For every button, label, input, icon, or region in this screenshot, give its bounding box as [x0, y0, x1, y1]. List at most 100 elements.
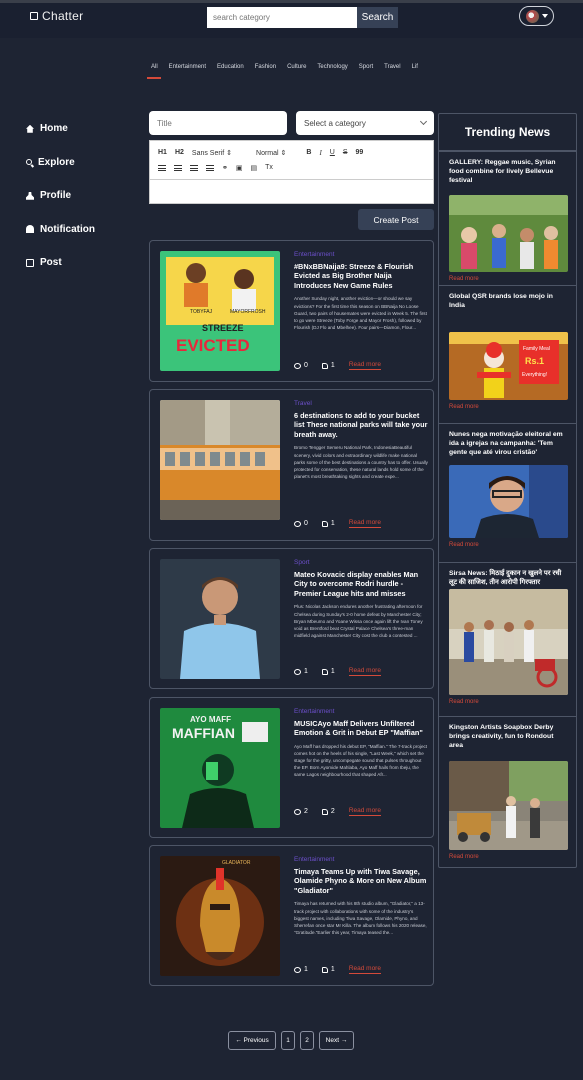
page-1-button[interactable]: 1: [281, 1031, 295, 1050]
strike-button[interactable]: S: [343, 149, 348, 156]
thumbs-up-icon: [321, 668, 328, 675]
read-more-link[interactable]: Read more: [348, 807, 381, 816]
trending-read-more[interactable]: Read more: [449, 699, 479, 705]
tab-sport[interactable]: Sport: [359, 64, 373, 70]
post-category[interactable]: Entertainment: [294, 856, 428, 863]
tab-lifestyle[interactable]: Lif: [412, 64, 418, 70]
trending-thumbnail[interactable]: [449, 195, 568, 272]
trending-title[interactable]: Sirsa News: मिठाई दुकान न खुलने पर रची ल…: [449, 569, 569, 587]
sidebar-item-profile[interactable]: Profile: [26, 179, 95, 213]
post-title[interactable]: #BNxBBNaija9: Streeze & Flourish Evicted…: [294, 262, 428, 290]
read-more-link[interactable]: Read more: [348, 965, 381, 974]
read-more-link[interactable]: Read more: [348, 667, 381, 676]
post-category[interactable]: Sport: [294, 559, 428, 566]
indent-icon[interactable]: [206, 164, 214, 171]
search-button[interactable]: Search: [357, 7, 398, 28]
page-2-button[interactable]: 2: [300, 1031, 314, 1050]
comment-button[interactable]: 1: [294, 966, 308, 973]
trending-read-more[interactable]: Read more: [449, 276, 479, 282]
trending-thumbnail[interactable]: [449, 761, 568, 850]
sidebar-item-home[interactable]: Home: [26, 112, 95, 146]
trending-item[interactable]: Nunes nega motivação eleitoral em ida a …: [439, 423, 576, 558]
like-button[interactable]: 1: [321, 362, 335, 369]
outdent-icon[interactable]: [190, 164, 198, 171]
post-thumbnail[interactable]: [160, 400, 280, 520]
trending-title[interactable]: GALLERY: Reggae music, Syrian food combi…: [449, 158, 569, 186]
post-excerpt: Another Sunday night, another eviction—o…: [294, 296, 427, 330]
post-thumbnail[interactable]: AYO MAFF MAFFIAN: [160, 708, 280, 828]
heading1-button[interactable]: H1: [158, 149, 167, 156]
logo[interactable]: Chatter: [30, 9, 83, 23]
trending-read-more[interactable]: Read more: [449, 854, 479, 860]
read-more-link[interactable]: Read more: [348, 361, 381, 370]
search-icon: [26, 159, 32, 166]
tab-entertainment[interactable]: Entertainment: [169, 64, 206, 70]
category-select[interactable]: Select a category: [296, 111, 434, 135]
link-icon[interactable]: ⚭: [222, 164, 228, 172]
trending-title[interactable]: Nunes nega motivação eleitoral em ida a …: [449, 430, 569, 458]
like-button[interactable]: 2: [321, 808, 335, 815]
tab-fashion[interactable]: Fashion: [255, 64, 276, 70]
like-button[interactable]: 1: [321, 520, 335, 527]
like-button[interactable]: 1: [321, 966, 335, 973]
trending-thumbnail[interactable]: [449, 589, 568, 695]
tab-technology[interactable]: Technology: [317, 64, 347, 70]
clear-format-button[interactable]: Tx: [265, 164, 273, 171]
trending-item[interactable]: GALLERY: Reggae music, Syrian food combi…: [439, 151, 576, 285]
bullet-list-icon[interactable]: [174, 164, 182, 171]
like-button[interactable]: 1: [321, 668, 335, 675]
underline-button[interactable]: U: [330, 149, 335, 156]
category-select-value: Select a category: [304, 118, 366, 128]
trending-item[interactable]: Sirsa News: मिठाई दुकान न खुलने पर रची ल…: [439, 562, 576, 712]
comment-button[interactable]: 0: [294, 362, 308, 369]
previous-page-button[interactable]: ← Previous: [228, 1031, 276, 1050]
post-title[interactable]: 6 destinations to add to your bucket lis…: [294, 411, 428, 439]
comment-button[interactable]: 1: [294, 668, 308, 675]
trending-title[interactable]: Global QSR brands lose mojo in India: [449, 292, 569, 310]
next-page-button[interactable]: Next →: [319, 1031, 354, 1050]
post-title[interactable]: Timaya Teams Up with Tiwa Savage, Olamid…: [294, 867, 428, 895]
tab-education[interactable]: Education: [217, 64, 244, 70]
video-icon[interactable]: ▤: [251, 164, 258, 172]
sidebar-item-post[interactable]: Post: [26, 246, 95, 280]
post-thumbnail[interactable]: [160, 559, 280, 679]
account-menu[interactable]: [519, 6, 554, 26]
create-post-button[interactable]: Create Post: [358, 209, 434, 230]
heading2-button[interactable]: H2: [175, 149, 184, 156]
tab-travel[interactable]: Travel: [384, 64, 400, 70]
thumbs-up-icon: [321, 808, 328, 815]
search-input[interactable]: [207, 7, 357, 28]
font-size-select[interactable]: Normal ⇕: [256, 149, 286, 157]
font-family-select[interactable]: Sans Serif ⇕: [192, 149, 232, 157]
trending-item[interactable]: Global QSR brands lose mojo in India Fam…: [439, 285, 576, 423]
trending-read-more[interactable]: Read more: [449, 542, 479, 548]
post-title[interactable]: MUSICAyo Maff Delivers Unfiltered Emotio…: [294, 719, 428, 738]
tab-all[interactable]: All: [151, 64, 158, 70]
trending-item[interactable]: Kingston Artists Soapbox Derby brings cr…: [439, 716, 576, 867]
post-title-input[interactable]: [149, 111, 287, 135]
post-title[interactable]: Mateo Kovacic display enables Man City t…: [294, 570, 428, 598]
sidebar-item-notification[interactable]: Notification: [26, 213, 95, 247]
bold-button[interactable]: B: [306, 149, 311, 156]
read-more-link[interactable]: Read more: [348, 519, 381, 528]
tab-culture[interactable]: Culture: [287, 64, 306, 70]
ordered-list-icon[interactable]: [158, 164, 166, 171]
trending-thumbnail[interactable]: Family Meal Rs.1 Everything!: [449, 332, 568, 400]
post-category[interactable]: Travel: [294, 400, 428, 407]
trending-read-more[interactable]: Read more: [449, 404, 479, 410]
post-thumbnail[interactable]: TOBYFAJ MAYORFROSH STREEZE EVICTED: [160, 251, 280, 371]
trending-thumbnail[interactable]: [449, 465, 568, 538]
post-actions: 1 1 Read more: [294, 667, 381, 676]
post-category[interactable]: Entertainment: [294, 251, 428, 258]
editor-body[interactable]: [149, 180, 434, 204]
sidebar-item-explore[interactable]: Explore: [26, 146, 95, 180]
quote-button[interactable]: 99: [356, 149, 364, 156]
comment-button[interactable]: 2: [294, 808, 308, 815]
post-card: TOBYFAJ MAYORFROSH STREEZE EVICTED Enter…: [149, 240, 434, 382]
italic-button[interactable]: I: [319, 149, 321, 157]
post-category[interactable]: Entertainment: [294, 708, 428, 715]
trending-title[interactable]: Kingston Artists Soapbox Derby brings cr…: [449, 723, 569, 751]
image-icon[interactable]: ▣: [236, 164, 243, 172]
post-thumbnail[interactable]: GLADIATOR: [160, 856, 280, 976]
comment-button[interactable]: 0: [294, 520, 308, 527]
